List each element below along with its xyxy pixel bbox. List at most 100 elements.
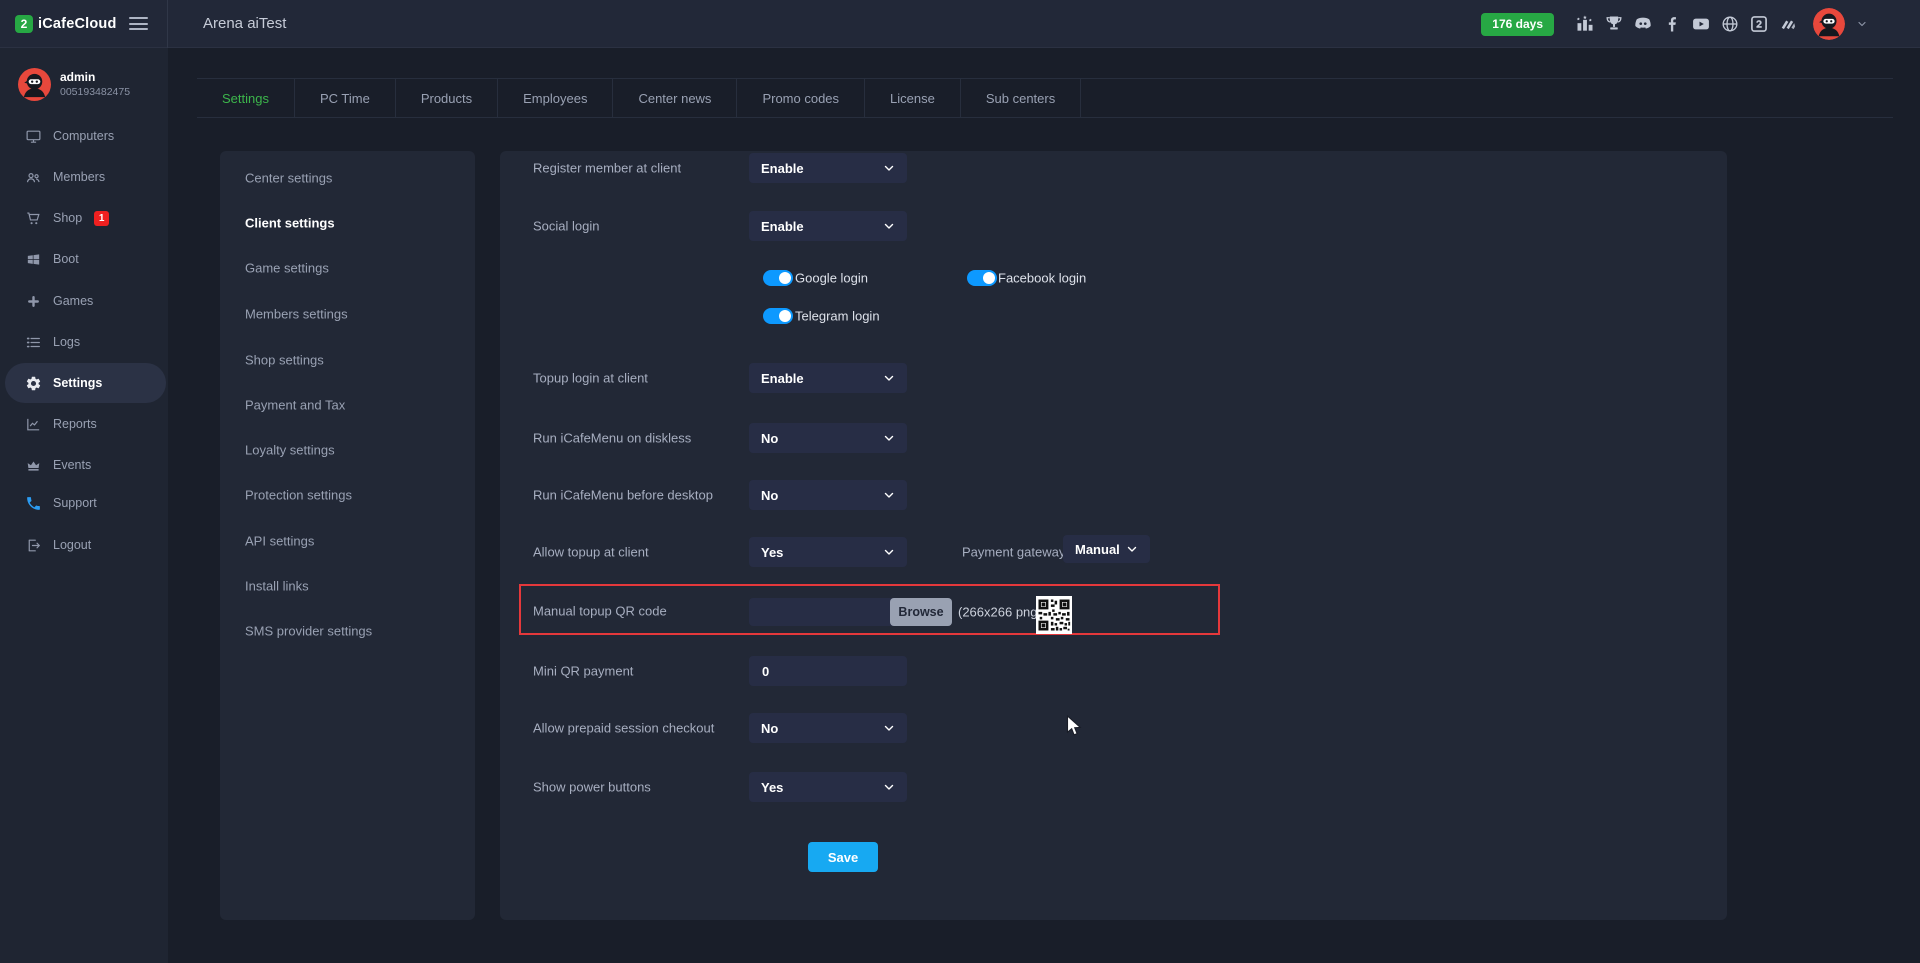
- mini-qr-input[interactable]: 0: [749, 656, 907, 686]
- sidebar-item-label: Boot: [53, 252, 79, 266]
- sidebar-item-logout[interactable]: Logout: [5, 525, 166, 565]
- sidebar-item-boot[interactable]: Boot: [5, 239, 166, 279]
- select-value: Enable: [761, 161, 804, 176]
- select-value: No: [761, 721, 778, 736]
- submenu-client-settings[interactable]: Client settings: [245, 216, 335, 231]
- tab-employees[interactable]: Employees: [498, 79, 613, 117]
- license-days-badge[interactable]: 176 days: [1481, 13, 1554, 36]
- chevron-down-icon: [883, 162, 895, 174]
- sidebar-item-label: Shop: [53, 211, 82, 225]
- payment-gateway-select[interactable]: Manual: [1063, 535, 1150, 563]
- select-value: Enable: [761, 371, 804, 386]
- sidebar-user-avatar[interactable]: [18, 68, 51, 101]
- teams-icon[interactable]: [1778, 14, 1798, 34]
- tab-sub-centers[interactable]: Sub centers: [961, 79, 1081, 117]
- payment-gateway-label: Payment gateway: [962, 545, 1065, 560]
- sidebar-item-events[interactable]: Events: [5, 445, 166, 485]
- sidebar-item-label: Reports: [53, 417, 97, 431]
- crown-icon: [25, 457, 42, 474]
- input-value: 0: [762, 664, 769, 679]
- before-desktop-select[interactable]: No: [749, 480, 907, 510]
- select-value: Enable: [761, 219, 804, 234]
- trophy-icon[interactable]: [1604, 14, 1624, 34]
- browse-button[interactable]: Browse: [890, 598, 952, 626]
- hamburger-menu-icon[interactable]: [129, 14, 148, 33]
- diskless-select[interactable]: No: [749, 423, 907, 453]
- page-title: Arena aiTest: [203, 15, 286, 32]
- sidebar-item-settings[interactable]: Settings: [5, 363, 166, 403]
- sidebar-item-members[interactable]: Members: [5, 157, 166, 197]
- sidebar-user-name: admin: [60, 70, 95, 84]
- ranking-icon[interactable]: [1575, 14, 1595, 34]
- chevron-down-icon: [883, 432, 895, 444]
- icafecloud-logo-icon: 2: [15, 15, 33, 33]
- tab-promo-codes[interactable]: Promo codes: [737, 79, 865, 117]
- chevron-down-icon: [883, 489, 895, 501]
- qr-code-thumbnail[interactable]: [1036, 596, 1072, 634]
- register-member-label: Register member at client: [533, 161, 681, 176]
- sidebar-item-reports[interactable]: Reports: [5, 404, 166, 444]
- submenu-sms-provider-settings[interactable]: SMS provider settings: [245, 624, 372, 639]
- youtube-icon[interactable]: [1691, 14, 1711, 34]
- facebook-login-label: Facebook login: [998, 271, 1086, 286]
- tab-bar: Settings PC Time Products Employees Cent…: [197, 78, 1893, 118]
- submenu-center-settings[interactable]: Center settings: [245, 171, 332, 186]
- topup-login-select[interactable]: Enable: [749, 363, 907, 393]
- power-buttons-select[interactable]: Yes: [749, 772, 907, 802]
- logout-icon: [25, 537, 42, 554]
- logo-glyph: 2: [21, 17, 28, 31]
- sidebar-item-games[interactable]: Games: [5, 281, 166, 321]
- submenu-install-links[interactable]: Install links: [245, 579, 309, 594]
- tab-center-news[interactable]: Center news: [613, 79, 737, 117]
- chevron-down-icon: [883, 781, 895, 793]
- select-value: No: [761, 488, 778, 503]
- sidebar: admin 005193482475 Computers Members Sho…: [0, 48, 168, 963]
- social-login-label: Social login: [533, 219, 600, 234]
- facebook-login-toggle[interactable]: [967, 270, 997, 286]
- allow-topup-select[interactable]: Yes: [749, 537, 907, 567]
- submenu-game-settings[interactable]: Game settings: [245, 261, 329, 276]
- telegram-login-toggle[interactable]: [763, 308, 793, 324]
- power-buttons-label: Show power buttons: [533, 780, 651, 795]
- brand-name: iCafeCloud: [38, 16, 117, 32]
- submenu-loyalty-settings[interactable]: Loyalty settings: [245, 443, 335, 458]
- allow-topup-label: Allow topup at client: [533, 545, 649, 560]
- save-button[interactable]: Save: [808, 842, 878, 872]
- facebook-icon[interactable]: [1662, 14, 1682, 34]
- sidebar-item-computers[interactable]: Computers: [5, 116, 166, 156]
- sidebar-item-label: Games: [53, 294, 93, 308]
- games-icon: [25, 293, 42, 310]
- members-icon: [25, 169, 42, 186]
- select-value: No: [761, 431, 778, 446]
- submenu-protection-settings[interactable]: Protection settings: [245, 488, 352, 503]
- submenu-payment-and-tax[interactable]: Payment and Tax: [245, 398, 345, 413]
- tab-products[interactable]: Products: [396, 79, 498, 117]
- register-member-select[interactable]: Enable: [749, 153, 907, 183]
- monitor-icon: [25, 128, 42, 145]
- submenu-shop-settings[interactable]: Shop settings: [245, 353, 324, 368]
- profile-chevron-down-icon[interactable]: [1856, 18, 1868, 30]
- icafecloud-site-icon[interactable]: [1749, 14, 1769, 34]
- client-settings-form-panel: Register member at client Enable Social …: [500, 151, 1727, 920]
- shop-notification-badge: 1: [94, 211, 109, 226]
- discord-icon[interactable]: [1633, 14, 1653, 34]
- submenu-api-settings[interactable]: API settings: [245, 534, 314, 549]
- sidebar-item-shop[interactable]: Shop 1: [5, 198, 166, 238]
- google-login-label: Google login: [795, 271, 868, 286]
- sidebar-item-logs[interactable]: Logs: [5, 322, 166, 362]
- cart-icon: [25, 210, 42, 227]
- user-avatar[interactable]: [1813, 8, 1845, 40]
- prepaid-checkout-select[interactable]: No: [749, 713, 907, 743]
- sidebar-item-support[interactable]: Support: [5, 483, 166, 523]
- before-desktop-label: Run iCafeMenu before desktop: [533, 488, 713, 503]
- google-login-toggle[interactable]: [763, 270, 793, 286]
- tab-license[interactable]: License: [865, 79, 961, 117]
- social-login-select[interactable]: Enable: [749, 211, 907, 241]
- brand-area: 2 iCafeCloud: [0, 0, 168, 48]
- globe-icon[interactable]: [1720, 14, 1740, 34]
- submenu-members-settings[interactable]: Members settings: [245, 307, 348, 322]
- tab-pc-time[interactable]: PC Time: [295, 79, 396, 117]
- tab-settings[interactable]: Settings: [197, 79, 295, 117]
- manual-qr-file-input[interactable]: Browse: [749, 598, 952, 626]
- diskless-label: Run iCafeMenu on diskless: [533, 431, 691, 446]
